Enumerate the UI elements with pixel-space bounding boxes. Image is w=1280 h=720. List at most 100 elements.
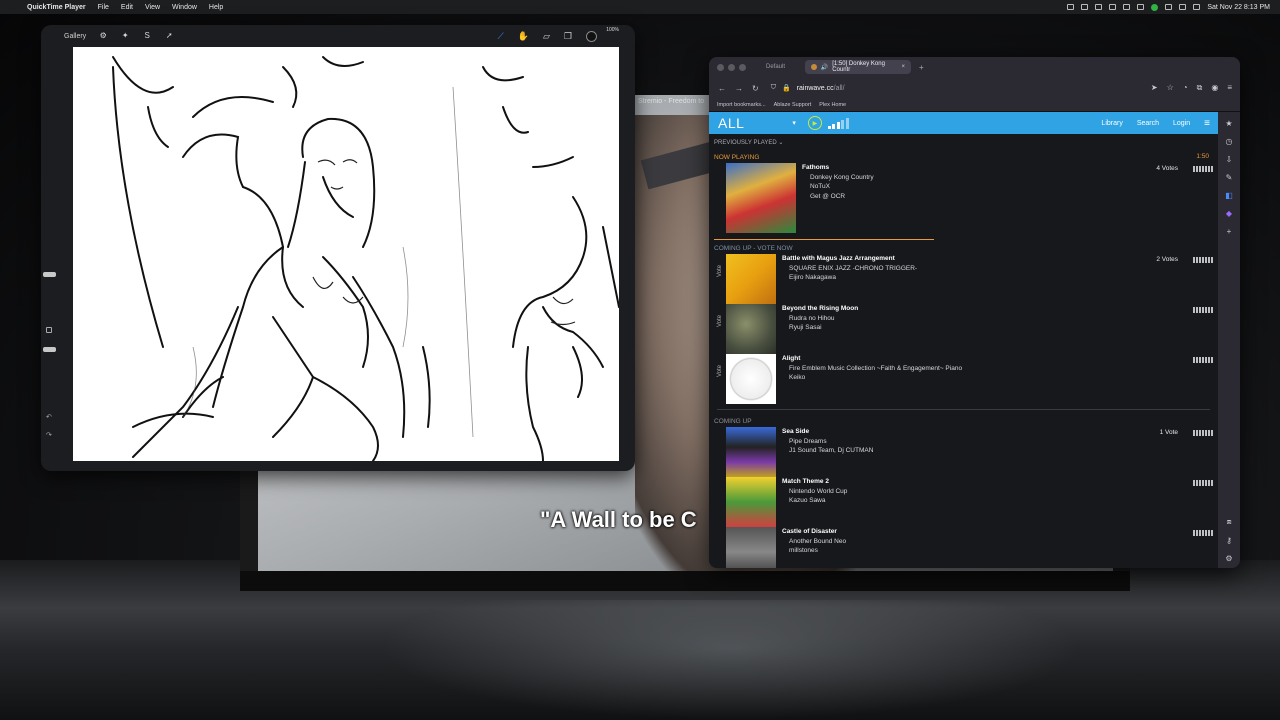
song-album[interactable]: Pipe Dreams: [789, 437, 873, 447]
bookmark-ablaze[interactable]: Ablaze Support: [774, 102, 812, 108]
song-artist[interactable]: millstones: [789, 546, 846, 556]
bookmarks-star-icon[interactable]: ★: [1225, 119, 1232, 128]
play-icon[interactable]: ▶: [807, 116, 822, 130]
drawing-app-window[interactable]: Gallery ⚙ ✦ S ➚ ⟋ ✋ ▱ ❐ 100% ↶ ↷: [41, 25, 635, 471]
send-icon[interactable]: ➤: [1151, 83, 1158, 93]
pocket-icon[interactable]: ◔: [1183, 83, 1188, 93]
new-tab-icon[interactable]: +: [919, 63, 924, 72]
rating-bar[interactable]: [1193, 480, 1213, 486]
maximize-window-icon[interactable]: [739, 63, 746, 71]
hamburger-icon[interactable]: ≡: [1204, 118, 1210, 129]
station-name[interactable]: ALL: [718, 115, 744, 131]
nav-login[interactable]: Login: [1173, 120, 1190, 127]
song-artist[interactable]: NoTuX: [810, 182, 874, 192]
menu-help[interactable]: Help: [209, 4, 223, 11]
opacity-slider[interactable]: [43, 347, 56, 352]
song-artist[interactable]: Ryuji Sasai: [789, 323, 858, 333]
audio-playing-icon[interactable]: 🔊: [821, 64, 828, 71]
rating-bar[interactable]: [1193, 166, 1213, 172]
assistant-icon[interactable]: ◆: [1226, 209, 1232, 218]
status-icon[interactable]: [1165, 4, 1173, 10]
close-tab-icon[interactable]: ×: [902, 64, 906, 70]
bookmark-import[interactable]: Import bookmarks...: [717, 102, 766, 108]
extensions-icon[interactable]: ⧉: [1197, 83, 1203, 93]
smudge-icon[interactable]: ✋: [518, 31, 529, 42]
song-title[interactable]: Castle of Disaster: [782, 527, 846, 537]
song-title[interactable]: Alight: [782, 354, 962, 364]
adjustments-icon[interactable]: ✦: [120, 31, 130, 41]
vote-song[interactable]: Vote Beyond the Rising Moon Rudra no Hih…: [717, 304, 1218, 354]
app-status-icon[interactable]: [1151, 3, 1159, 11]
status-icon[interactable]: [1123, 4, 1131, 10]
song-artist[interactable]: Kazuo Sawa: [789, 496, 847, 506]
song-artist[interactable]: Keiko: [789, 373, 962, 383]
menu-file[interactable]: File: [98, 4, 109, 11]
song-album[interactable]: SQUARE ENIX JAZZ -CHRONO TRIGGER-: [789, 264, 917, 274]
vote-button[interactable]: Vote: [717, 315, 723, 327]
song-album[interactable]: Nintendo World Cup: [789, 487, 847, 497]
song-album[interactable]: Fire Emblem Music Collection ~Faith & En…: [789, 364, 962, 374]
brush-icon[interactable]: ⟋: [497, 31, 503, 42]
minimize-window-icon[interactable]: [728, 63, 735, 71]
menu-view[interactable]: View: [145, 4, 160, 11]
song-album[interactable]: Donkey Kong Country: [810, 173, 874, 183]
rating-bar[interactable]: [1193, 257, 1213, 263]
song-title[interactable]: Match Theme 2: [782, 477, 847, 487]
bookmark-plex[interactable]: Plex Home: [819, 102, 846, 108]
undo-icon[interactable]: ↶: [46, 413, 52, 421]
forward-icon[interactable]: →: [735, 84, 743, 93]
selection-icon[interactable]: S: [142, 31, 152, 41]
pencil-icon[interactable]: ✎: [1226, 173, 1233, 182]
close-window-icon[interactable]: [717, 63, 724, 71]
status-icon[interactable]: [1095, 4, 1103, 10]
transform-icon[interactable]: ➚: [164, 31, 174, 41]
translate-icon[interactable]: ◧: [1225, 191, 1233, 200]
volume-icon[interactable]: [827, 117, 849, 129]
history-icon[interactable]: ◷: [1226, 137, 1233, 146]
rating-bar[interactable]: [1193, 357, 1213, 363]
song-title[interactable]: Beyond the Rising Moon: [782, 304, 858, 314]
brush-size-slider[interactable]: [43, 272, 56, 277]
rating-bar[interactable]: [1193, 430, 1213, 436]
status-icon[interactable]: [1137, 4, 1145, 10]
lock-icon[interactable]: 🔒: [782, 84, 791, 92]
shield-icon[interactable]: ⛉: [771, 84, 776, 92]
control-center-icon[interactable]: [1193, 4, 1201, 10]
vote-button[interactable]: Vote: [717, 265, 723, 277]
gallery-button[interactable]: Gallery: [64, 33, 86, 40]
menu-edit[interactable]: Edit: [121, 4, 133, 11]
layers-icon[interactable]: ❐: [564, 31, 572, 42]
account-icon[interactable]: ◉: [1211, 83, 1218, 93]
previously-played-toggle[interactable]: PREVIOUSLY PLAYED ⌄: [714, 139, 1218, 149]
address-bar[interactable]: ⛉ 🔒 rainwave.cc/all/: [771, 84, 845, 92]
song-artist[interactable]: Eijiro Nakagawa: [789, 273, 917, 283]
status-icon[interactable]: [1081, 4, 1089, 10]
vote-song[interactable]: Vote Alight Fire Emblem Music Collection…: [717, 354, 1218, 404]
reload-icon[interactable]: ↻: [752, 84, 759, 93]
song-title[interactable]: Battle with Magus Jazz Arrangement: [782, 254, 917, 264]
browser-window[interactable]: Default 🔊 [1:50] Donkey Kong Countr × + …: [709, 57, 1240, 568]
song-album[interactable]: Rudra no Hihou: [789, 314, 858, 324]
menu-icon[interactable]: ≡: [1227, 83, 1232, 93]
screenshot-icon[interactable]: ⧈: [1226, 517, 1231, 527]
downloads-icon[interactable]: ⇩: [1226, 155, 1233, 164]
bookmark-star-icon[interactable]: ☆: [1167, 83, 1174, 93]
song-title[interactable]: Fathoms: [802, 163, 874, 173]
song-album[interactable]: Another Bound Neo: [789, 537, 846, 547]
rating-bar[interactable]: [1193, 307, 1213, 313]
drawing-canvas[interactable]: [73, 47, 619, 461]
back-icon[interactable]: ←: [718, 84, 726, 93]
tab-rainwave[interactable]: 🔊 [1:50] Donkey Kong Countr ×: [805, 60, 912, 74]
nav-search[interactable]: Search: [1137, 120, 1159, 127]
status-icon[interactable]: [1067, 4, 1075, 10]
vote-button[interactable]: Vote: [717, 365, 723, 377]
redo-icon[interactable]: ↷: [46, 431, 52, 439]
song-artist[interactable]: J1 Sound Team, Dj CUTMAN: [789, 446, 873, 456]
song-title[interactable]: Sea Side: [782, 427, 873, 437]
color-picker[interactable]: [586, 30, 597, 42]
wifi-icon[interactable]: [1179, 4, 1187, 10]
menu-app-name[interactable]: QuickTime Player: [27, 4, 86, 11]
modify-button[interactable]: [46, 327, 52, 333]
vote-song[interactable]: Vote Battle with Magus Jazz Arrangement …: [717, 254, 1218, 304]
status-icon[interactable]: [1109, 4, 1117, 10]
